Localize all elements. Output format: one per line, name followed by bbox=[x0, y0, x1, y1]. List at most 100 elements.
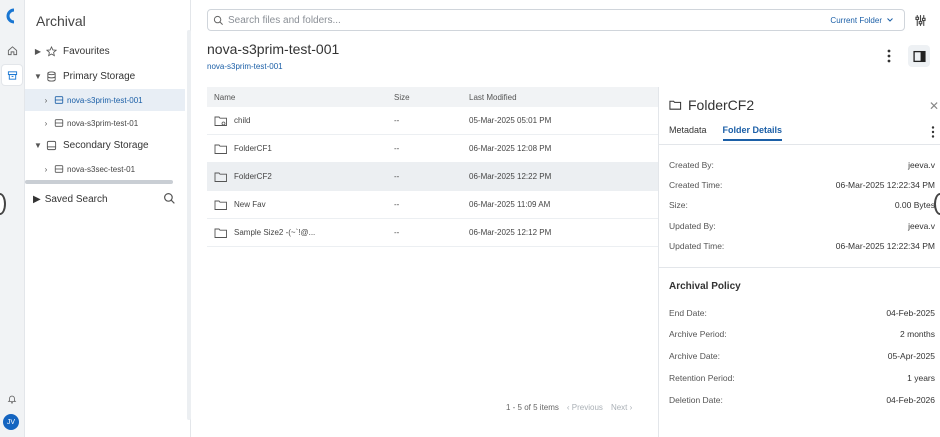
table-row[interactable]: FolderCF2 -- 06-Mar-2025 12:22 PM bbox=[207, 163, 658, 191]
close-icon[interactable]: ✕ bbox=[929, 99, 939, 113]
avatar[interactable]: JV bbox=[3, 414, 19, 430]
column-header-last-modified[interactable]: Last Modified bbox=[469, 93, 658, 102]
files-table: Name Size Last Modified child -- 05-Mar-… bbox=[207, 87, 658, 247]
sidebar-item-saved-search[interactable]: ▶ Saved Search bbox=[25, 188, 185, 210]
folder-icon bbox=[669, 100, 682, 110]
tab-divider bbox=[659, 144, 940, 145]
detail-label: Created By: bbox=[669, 160, 714, 170]
folder-icon bbox=[214, 144, 227, 154]
breadcrumb[interactable]: nova-s3prim-test-001 bbox=[207, 62, 283, 71]
expand-arrow-icon[interactable]: ▶ bbox=[33, 194, 41, 205]
folder-icon bbox=[214, 172, 227, 182]
archive-icon[interactable] bbox=[2, 65, 22, 85]
detail-row-size: Size: 0.00 Bytes bbox=[669, 200, 935, 210]
next-page-button[interactable]: Next › bbox=[611, 403, 632, 412]
policy-row-archive-period: Archive Period: 2 months bbox=[669, 329, 935, 339]
policy-label: Archive Period: bbox=[669, 329, 727, 339]
table-row[interactable]: Sample Size2 -(~`!@... -- 06-Mar-2025 12… bbox=[207, 219, 658, 247]
storage-bucket-icon bbox=[51, 164, 67, 174]
details-panel: FolderCF2 ✕ Metadata Folder Details Crea… bbox=[658, 87, 940, 437]
sidebar-item-nova-s3sec-test-01[interactable]: › nova-s3sec-test-01 bbox=[25, 158, 185, 180]
details-panel-toggle[interactable] bbox=[908, 45, 930, 67]
file-modified: 06-Mar-2025 12:08 PM bbox=[469, 144, 552, 153]
home-icon[interactable] bbox=[2, 40, 22, 60]
star-icon bbox=[43, 45, 59, 57]
page-title: nova-s3prim-test-001 bbox=[207, 41, 340, 57]
database-icon bbox=[43, 70, 59, 82]
sliders-icon bbox=[914, 14, 926, 26]
more-options-icon[interactable] bbox=[884, 48, 894, 64]
chevron-right-icon[interactable]: › bbox=[41, 96, 51, 105]
detail-label: Created Time: bbox=[669, 180, 723, 190]
collapse-arrow-icon[interactable]: ▼ bbox=[33, 141, 43, 150]
policy-row-end-date: End Date: 04-Feb-2025 bbox=[669, 308, 935, 318]
table-header: Name Size Last Modified bbox=[207, 87, 658, 107]
detail-value: 06-Mar-2025 12:22:34 PM bbox=[835, 241, 935, 251]
column-header-name[interactable]: Name bbox=[207, 93, 394, 102]
sidebar: Archival ▶ Favourites ▼ Primary Storage … bbox=[25, 0, 191, 437]
policy-value: 1 years bbox=[907, 373, 935, 383]
previous-page-button[interactable]: ‹ Previous bbox=[567, 403, 603, 412]
pagination: 1 - 5 of 5 items ‹ Previous Next › bbox=[506, 403, 632, 412]
file-size: -- bbox=[394, 116, 400, 125]
sidebar-item-label: Primary Storage bbox=[63, 70, 136, 82]
sidebar-item-label: nova-s3prim-test-01 bbox=[67, 118, 139, 128]
detail-row-created-time: Created Time: 06-Mar-2025 12:22:34 PM bbox=[669, 180, 935, 190]
side-panel-icon bbox=[912, 50, 926, 62]
sidebar-item-primary-storage[interactable]: ▼ Primary Storage bbox=[25, 65, 185, 87]
filter-settings-button[interactable] bbox=[908, 9, 932, 31]
right-resize-handle[interactable] bbox=[934, 193, 940, 215]
more-options-icon[interactable] bbox=[930, 125, 936, 139]
folder-icon bbox=[214, 228, 227, 238]
policy-label: Archive Date: bbox=[669, 351, 721, 361]
sidebar-item-label: Favourites bbox=[63, 45, 110, 57]
detail-value: 0.00 Bytes bbox=[894, 200, 935, 210]
table-row[interactable]: New Fav -- 06-Mar-2025 11:09 AM bbox=[207, 191, 658, 219]
column-header-size[interactable]: Size bbox=[394, 93, 469, 102]
policy-label: End Date: bbox=[669, 308, 707, 318]
collapse-arrow-icon[interactable]: ▼ bbox=[33, 72, 43, 81]
details-title-text: FolderCF2 bbox=[688, 97, 755, 113]
file-name: FolderCF2 bbox=[234, 172, 272, 181]
detail-label: Size: bbox=[669, 200, 688, 210]
folder-icon bbox=[214, 200, 227, 210]
policy-row-retention-period: Retention Period: 1 years bbox=[669, 373, 935, 383]
search-icon[interactable] bbox=[163, 192, 176, 208]
file-name: FolderCF1 bbox=[234, 144, 272, 153]
sidebar-item-secondary-storage[interactable]: ▼ Secondary Storage bbox=[25, 134, 185, 156]
policy-value: 04-Feb-2026 bbox=[886, 395, 935, 405]
horizontal-scrollbar[interactable] bbox=[25, 180, 173, 184]
sidebar-title: Archival bbox=[36, 13, 86, 29]
policy-value: 04-Feb-2025 bbox=[886, 308, 935, 318]
file-name: Sample Size2 -(~`!@... bbox=[234, 228, 316, 237]
table-row[interactable]: child -- 05-Mar-2025 05:01 PM bbox=[207, 107, 658, 135]
sidebar-item-nova-s3prim-test-01[interactable]: › nova-s3prim-test-01 bbox=[25, 112, 185, 134]
saved-search-label: Saved Search bbox=[44, 193, 108, 205]
pagination-summary: 1 - 5 of 5 items bbox=[506, 403, 559, 412]
sidebar-item-favourites[interactable]: ▶ Favourites bbox=[25, 40, 185, 62]
file-modified: 06-Mar-2025 12:12 PM bbox=[469, 228, 552, 237]
file-size: -- bbox=[394, 172, 400, 181]
section-divider bbox=[659, 267, 940, 268]
vertical-scrollbar[interactable] bbox=[187, 30, 191, 420]
expand-arrow-icon[interactable]: ▶ bbox=[33, 47, 43, 56]
app: JV Archival ▶ Favourites ▼ Primary Stora… bbox=[0, 0, 940, 437]
detail-value: jeeva.v bbox=[908, 160, 935, 170]
search-input[interactable] bbox=[228, 14, 831, 26]
search-scope-dropdown[interactable]: Current Folder bbox=[830, 16, 904, 25]
detail-value: jeeva.v bbox=[908, 221, 935, 231]
tab-folder-details[interactable]: Folder Details bbox=[722, 125, 783, 141]
storage-bucket-icon bbox=[51, 95, 67, 105]
bell-icon[interactable] bbox=[2, 389, 22, 409]
detail-row-updated-by: Updated By: jeeva.v bbox=[669, 221, 935, 231]
chevron-right-icon[interactable]: › bbox=[41, 119, 51, 128]
detail-value: 06-Mar-2025 12:22:34 PM bbox=[835, 180, 935, 190]
chevron-right-icon[interactable]: › bbox=[41, 165, 51, 174]
table-row[interactable]: FolderCF1 -- 06-Mar-2025 12:08 PM bbox=[207, 135, 658, 163]
tab-metadata[interactable]: Metadata bbox=[669, 125, 707, 141]
sidebar-item-label: nova-s3prim-test-001 bbox=[67, 95, 143, 105]
sidebar-item-nova-s3prim-test-001[interactable]: › nova-s3prim-test-001 bbox=[25, 89, 185, 111]
archival-policy-heading: Archival Policy bbox=[669, 281, 741, 292]
shared-folder-icon bbox=[214, 116, 227, 126]
detail-label: Updated Time: bbox=[669, 241, 725, 251]
